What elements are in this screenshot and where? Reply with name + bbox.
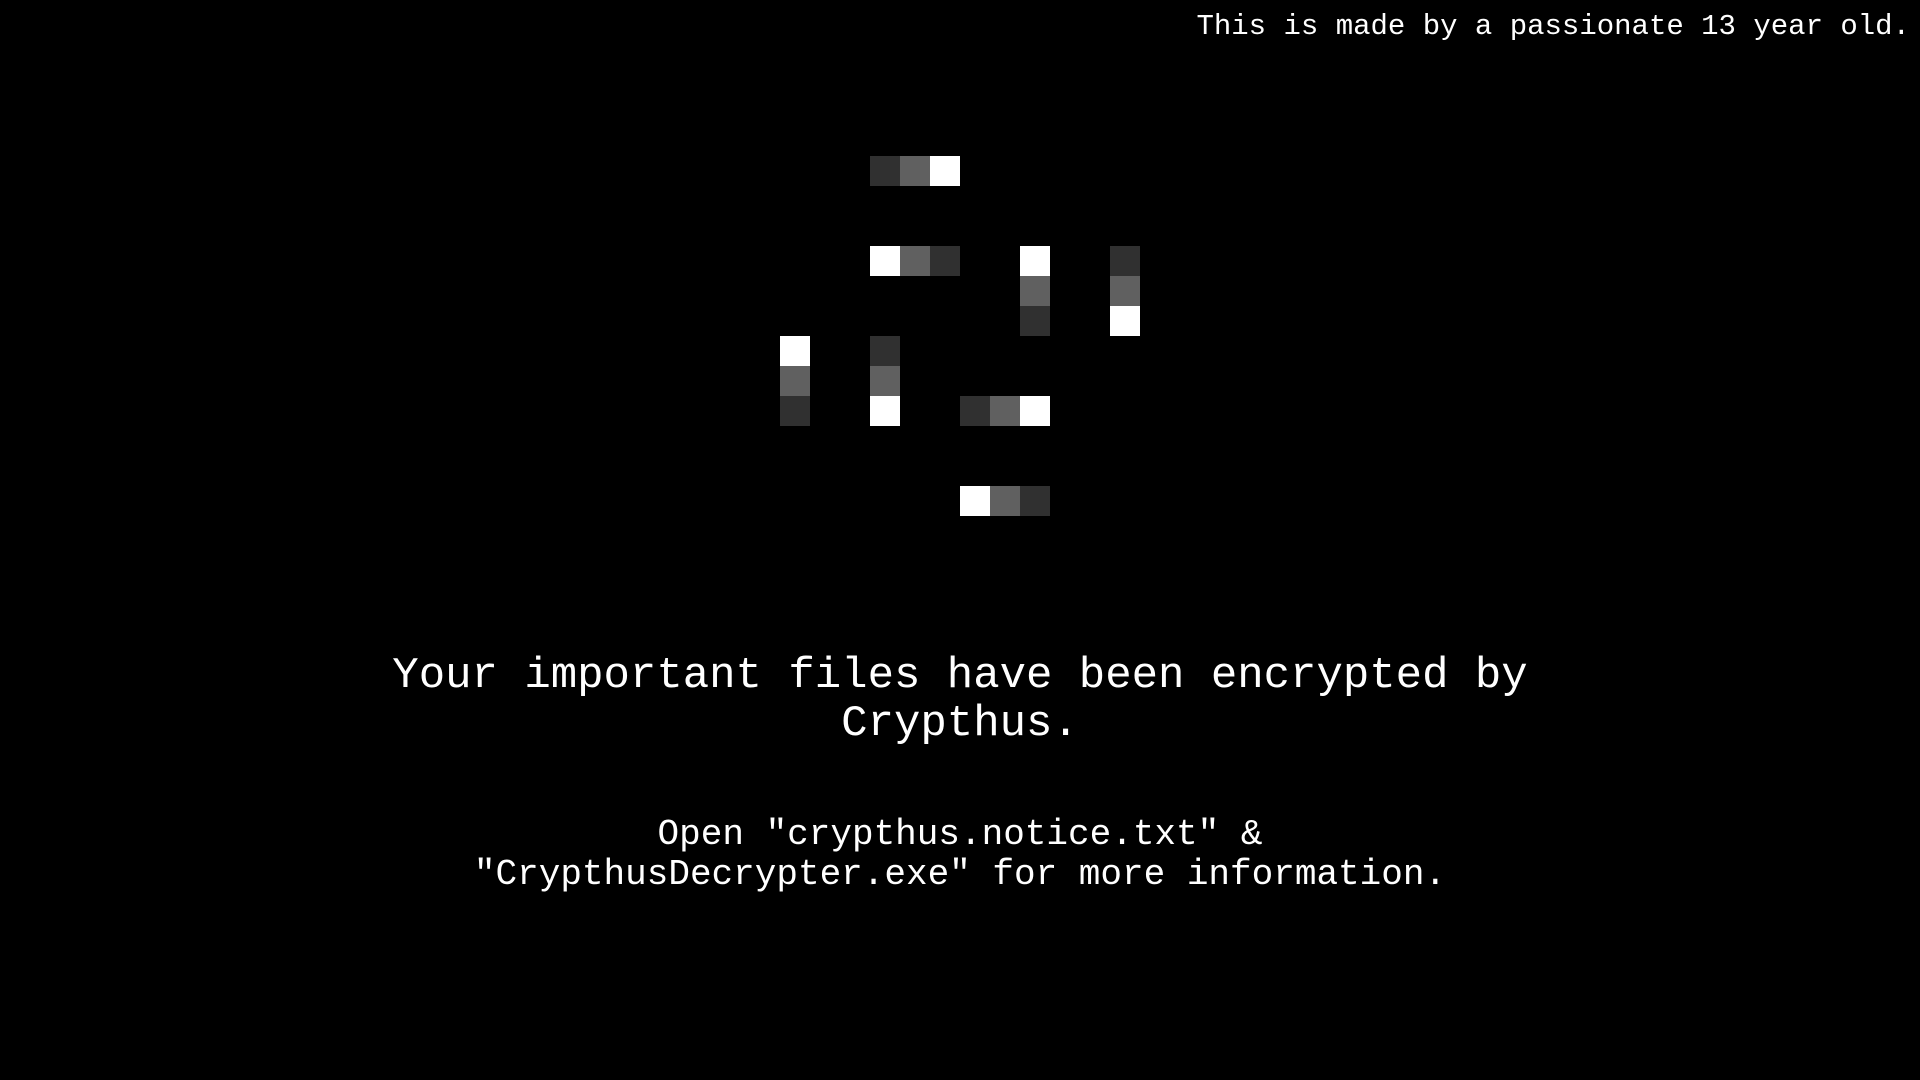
headline-line-2: Crypthus. [841,699,1079,749]
loader-pixel [1020,396,1050,426]
loader-pixel [1020,246,1050,276]
headline-line-1: Your important files have been encrypted… [392,651,1528,701]
loader-pixel [870,336,900,366]
loader-pixel [930,246,960,276]
spinning-pixel-loader-icon [0,0,1920,1080]
loader-pixel [1110,246,1140,276]
loader-pixel [870,396,900,426]
loader-pixel [990,396,1020,426]
loader-pixel [900,246,930,276]
loader-pixel [990,486,1020,516]
notice-line-2: "CrypthusDecrypter.exe" for more informa… [473,854,1447,895]
loader-pixel [1020,306,1050,336]
loader-pixel [960,486,990,516]
ransom-headline: Your important files have been encrypted… [0,652,1920,748]
loader-pixel [780,336,810,366]
loader-pixel [1020,276,1050,306]
loader-pixel [930,156,960,186]
loader-pixel [870,246,900,276]
loader-pixel [780,396,810,426]
loader-pixel [1110,276,1140,306]
notice-line-1: Open "crypthus.notice.txt" & [657,814,1263,855]
loader-pixel [870,156,900,186]
ransom-notice: Open "crypthus.notice.txt" & "CrypthusDe… [0,815,1920,895]
loader-pixel [900,156,930,186]
loader-pixel [780,366,810,396]
loader-pixel [1020,486,1050,516]
loader-pixel [870,366,900,396]
loader-pixel [960,396,990,426]
loader-pixel [1110,306,1140,336]
